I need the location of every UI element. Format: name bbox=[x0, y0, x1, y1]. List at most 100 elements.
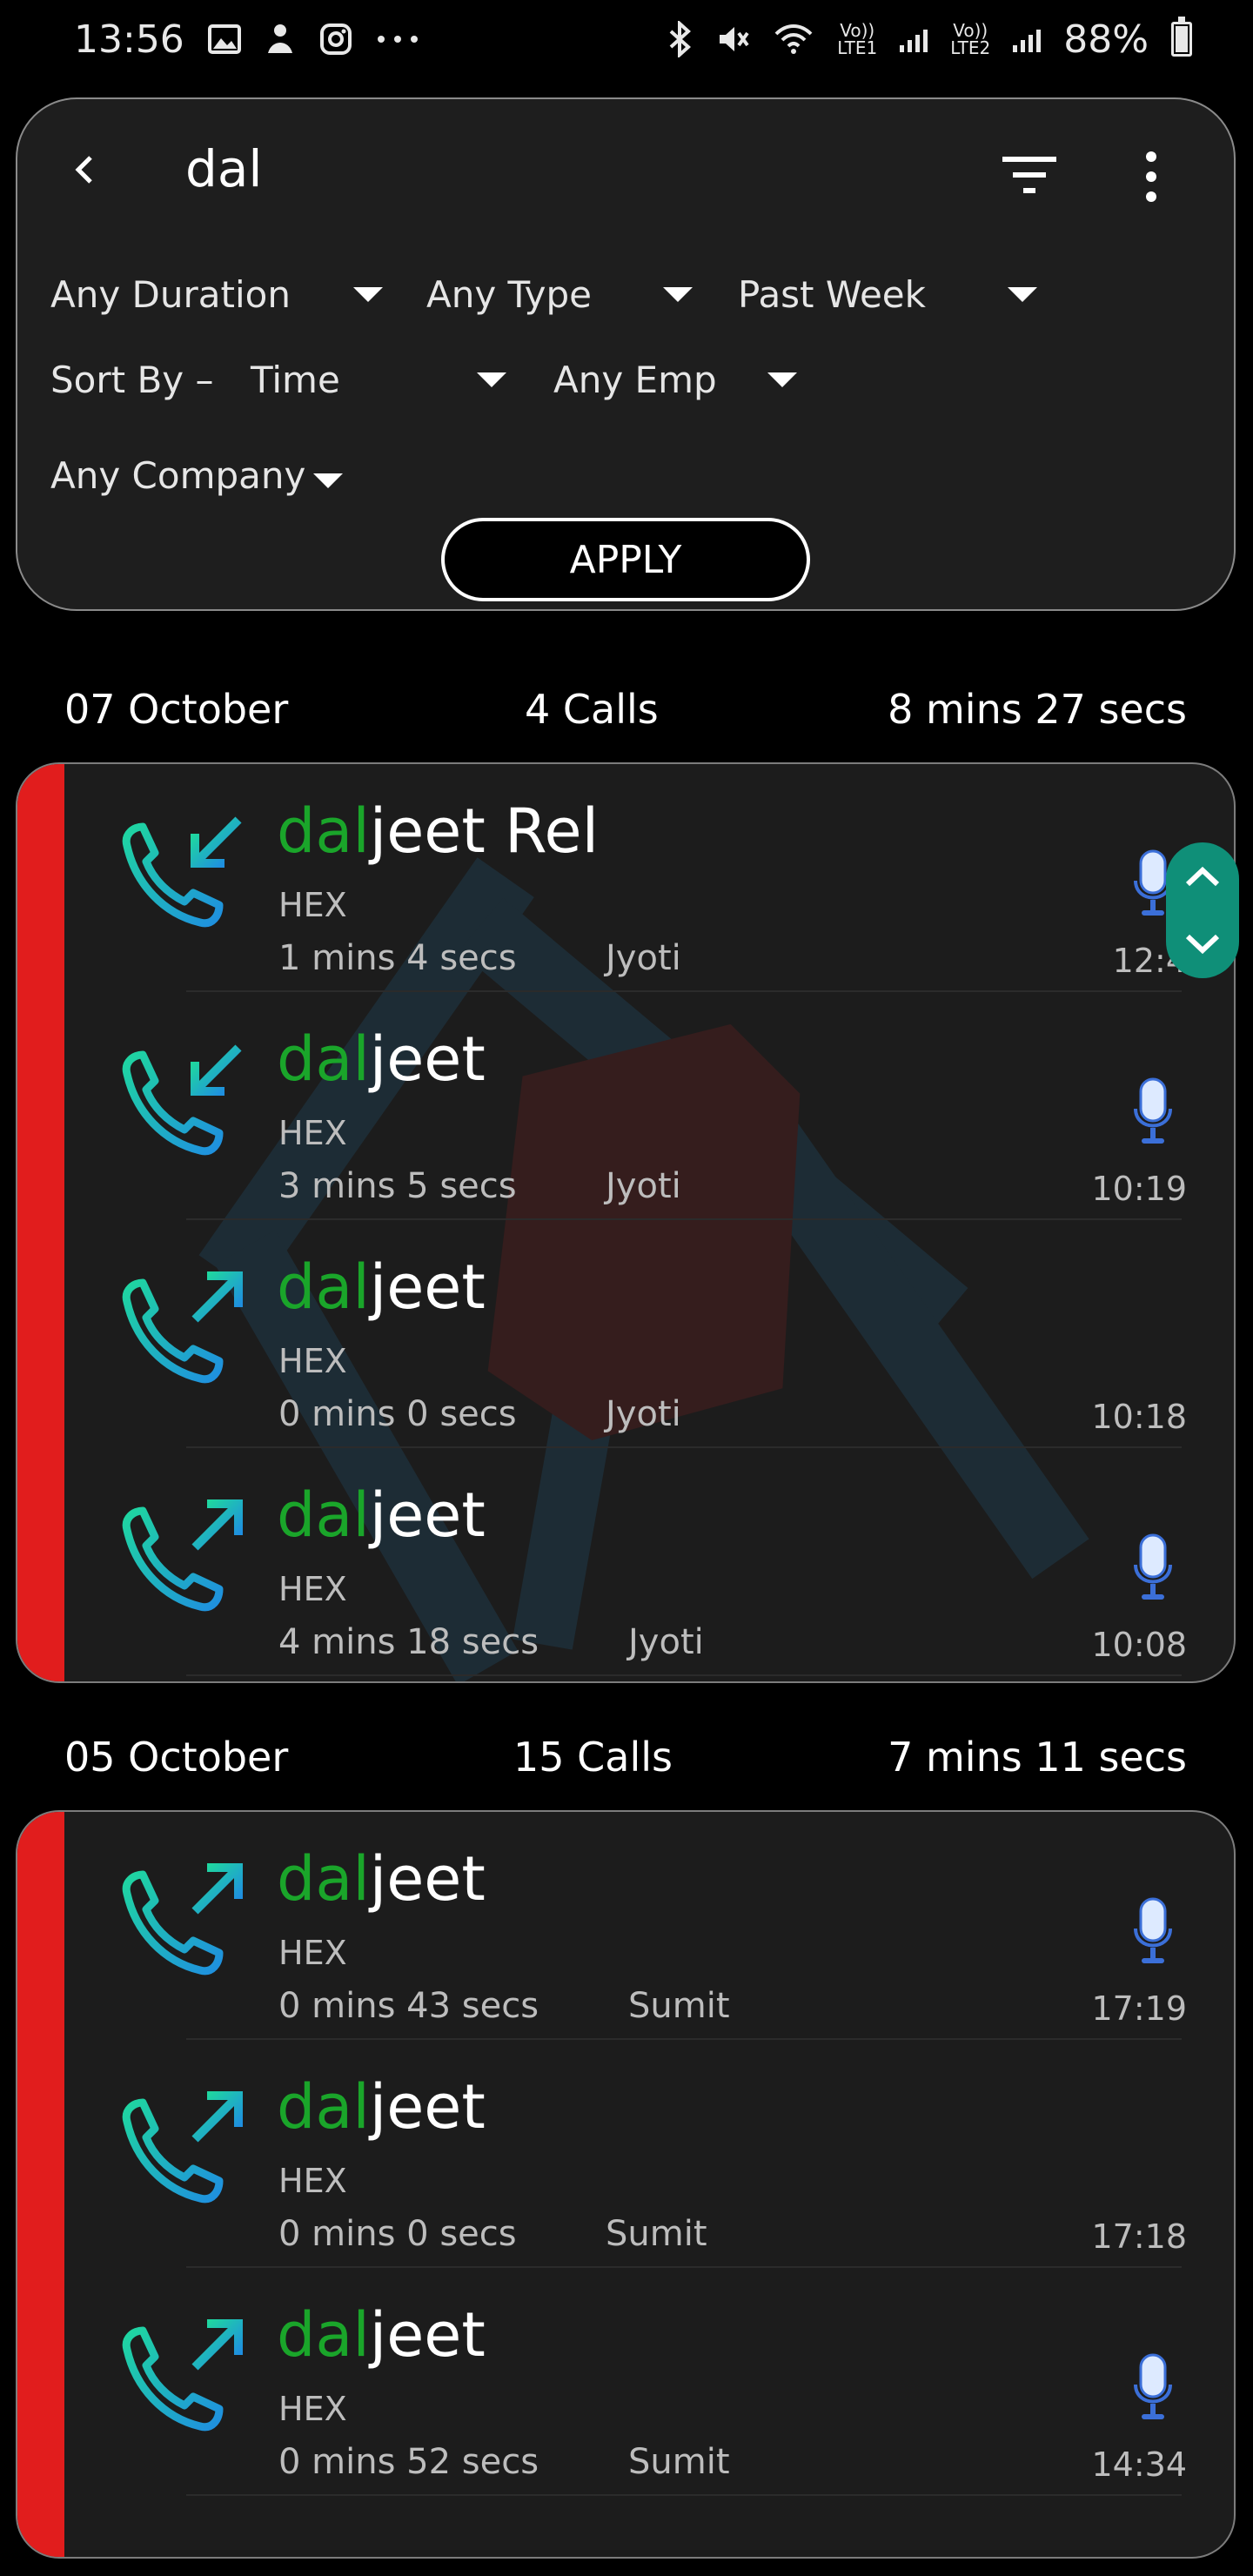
call-time: 14:34 bbox=[1091, 2445, 1187, 2484]
outgoing-call-icon bbox=[108, 1264, 247, 1403]
group-stripe bbox=[17, 1812, 64, 2557]
filter-button[interactable] bbox=[999, 150, 1060, 202]
search-match-highlight: dal bbox=[277, 1479, 370, 1551]
chevron-down-icon[interactable] bbox=[1183, 931, 1223, 957]
company-label: HEX bbox=[278, 2390, 347, 2428]
chevron-down-icon[interactable] bbox=[353, 287, 383, 302]
search-input[interactable]: dal bbox=[185, 139, 262, 198]
call-row[interactable]: daljeet HEX 0 mins 52 secs Sumit 14:34 bbox=[64, 2268, 1234, 2496]
type-dropdown[interactable]: Any Type bbox=[426, 268, 592, 320]
search-match-highlight: dal bbox=[277, 2299, 370, 2371]
call-group-card: daljeet HEX 0 mins 43 secs Sumit 17:19 daljee… bbox=[16, 1810, 1236, 2559]
employee-name: Jyoti bbox=[606, 1394, 681, 1434]
call-duration: 4 mins 18 secs bbox=[278, 1622, 539, 1662]
battery-icon bbox=[1171, 17, 1192, 57]
contact-name-rest: jeet bbox=[369, 1251, 486, 1323]
contact-name: daljeet bbox=[277, 1251, 486, 1323]
call-time: 10:08 bbox=[1091, 1626, 1187, 1664]
call-row[interactable]: daljeet HEX 0 mins 43 secs Sumit 17:19 bbox=[64, 1812, 1234, 2040]
incoming-call-icon bbox=[108, 1036, 247, 1175]
call-time: 10:19 bbox=[1091, 1170, 1187, 1208]
search-match-highlight: dal bbox=[277, 1251, 370, 1323]
microphone-icon[interactable] bbox=[1133, 1533, 1173, 1603]
sort-label: Sort By – bbox=[50, 353, 213, 406]
outgoing-call-icon bbox=[108, 1855, 247, 1995]
day-total-duration: 7 mins 11 secs bbox=[888, 1734, 1187, 1781]
call-row[interactable]: daljeet HEX 3 mins 5 secs Jyoti 10:19 bbox=[64, 992, 1234, 1220]
search-match-highlight: dal bbox=[277, 795, 370, 867]
outgoing-call-icon bbox=[108, 2083, 247, 2223]
incoming-call-icon bbox=[108, 808, 247, 947]
employee-dropdown[interactable]: Any Emp bbox=[553, 353, 717, 406]
more-dots-icon bbox=[376, 34, 419, 44]
day-call-count: 15 Calls bbox=[513, 1734, 673, 1781]
company-label: HEX bbox=[278, 886, 347, 924]
contact-name: daljeet bbox=[277, 2299, 486, 2371]
chevron-down-icon[interactable] bbox=[313, 473, 343, 488]
call-row[interactable]: daljeet Rel HEX 1 mins 4 secs Jyoti 12:4 bbox=[64, 764, 1234, 992]
more-options-button[interactable] bbox=[1134, 146, 1169, 207]
chevron-down-icon[interactable] bbox=[663, 287, 693, 302]
status-right: Vo)) LTE1 Vo)) LTE2 88% bbox=[667, 17, 1192, 62]
contact-name: daljeet bbox=[277, 2071, 486, 2143]
call-row[interactable]: daljeet HEX 4 mins 18 secs Jyoti 10:08 bbox=[64, 1448, 1234, 1676]
bluetooth-icon bbox=[667, 21, 693, 57]
duration-dropdown[interactable]: Any Duration bbox=[50, 268, 291, 320]
mute-icon bbox=[715, 22, 750, 57]
day-date: 07 October bbox=[64, 686, 289, 733]
contact-name-rest: jeet bbox=[369, 1843, 486, 1915]
call-duration: 0 mins 43 secs bbox=[278, 1986, 539, 2026]
type-dropdown-label: Any Type bbox=[426, 272, 593, 316]
back-button[interactable] bbox=[61, 144, 113, 196]
period-dropdown-label: Past Week bbox=[738, 272, 926, 316]
call-row[interactable]: daljeet HEX 0 mins 0 secs Jyoti 10:18 bbox=[64, 1220, 1234, 1448]
more-vert-icon bbox=[1146, 151, 1156, 202]
employee-name: Sumit bbox=[606, 2214, 707, 2254]
microphone-icon[interactable] bbox=[1133, 2353, 1173, 2423]
sort-dropdown-label: Time bbox=[251, 358, 340, 401]
employee-name: Sumit bbox=[628, 1986, 730, 2026]
contact-name-rest: jeet bbox=[369, 1023, 486, 1095]
call-duration: 0 mins 0 secs bbox=[278, 1394, 517, 1434]
status-time: 13:56 bbox=[74, 17, 184, 62]
status-bar: 13:56 Vo)) LTE1 Vo)) LTE2 88% bbox=[0, 0, 1253, 78]
sort-dropdown[interactable]: Time bbox=[251, 353, 340, 406]
call-duration: 0 mins 52 secs bbox=[278, 2442, 539, 2482]
employee-dropdown-label: Any Emp bbox=[553, 358, 717, 401]
employee-name: Jyoti bbox=[606, 938, 681, 978]
call-duration: 0 mins 0 secs bbox=[278, 2214, 517, 2254]
contact-name-rest: jeet bbox=[369, 2299, 486, 2371]
company-label: HEX bbox=[278, 1342, 347, 1380]
day-summary: 07 October 4 Calls 8 mins 27 secs bbox=[0, 679, 1253, 740]
chevron-down-icon[interactable] bbox=[477, 372, 506, 387]
period-dropdown[interactable]: Past Week bbox=[738, 268, 926, 320]
call-group-card: daljeet Rel HEX 1 mins 4 secs Jyoti 12:4 dalj… bbox=[16, 762, 1236, 1683]
chevron-down-icon[interactable] bbox=[1008, 287, 1037, 302]
signal-icon bbox=[900, 26, 928, 52]
status-left: 13:56 bbox=[74, 17, 419, 62]
search-match-highlight: dal bbox=[277, 1023, 370, 1095]
gallery-icon bbox=[207, 22, 242, 57]
call-time: 17:19 bbox=[1091, 1989, 1187, 2028]
instagram-icon bbox=[318, 22, 353, 57]
company-dropdown[interactable]: Any Company bbox=[50, 449, 305, 501]
call-time: 10:18 bbox=[1091, 1398, 1187, 1436]
notification-icon bbox=[265, 22, 296, 57]
contact-name-rest: jeet bbox=[369, 2071, 486, 2143]
chevron-up-icon[interactable] bbox=[1183, 863, 1223, 889]
contact-name: daljeet bbox=[277, 1843, 486, 1915]
contact-name-rest: jeet bbox=[369, 1479, 486, 1551]
microphone-icon[interactable] bbox=[1133, 1897, 1173, 1967]
battery-fill bbox=[1176, 26, 1188, 52]
call-row[interactable]: daljeet HEX 0 mins 0 secs Sumit 17:18 bbox=[64, 2040, 1234, 2268]
sim2-label: Vo)) LTE2 bbox=[950, 20, 991, 58]
contact-name-rest: jeet Rel bbox=[369, 795, 600, 867]
employee-name: Jyoti bbox=[628, 1622, 704, 1662]
wifi-icon bbox=[773, 22, 814, 57]
row-divider bbox=[186, 1674, 1182, 1676]
day-summary: 05 October 15 Calls 7 mins 11 secs bbox=[0, 1727, 1253, 1788]
apply-button[interactable]: APPLY bbox=[441, 518, 810, 601]
microphone-icon[interactable] bbox=[1133, 1077, 1173, 1147]
scroll-control[interactable] bbox=[1166, 842, 1239, 978]
chevron-down-icon[interactable] bbox=[767, 372, 797, 387]
